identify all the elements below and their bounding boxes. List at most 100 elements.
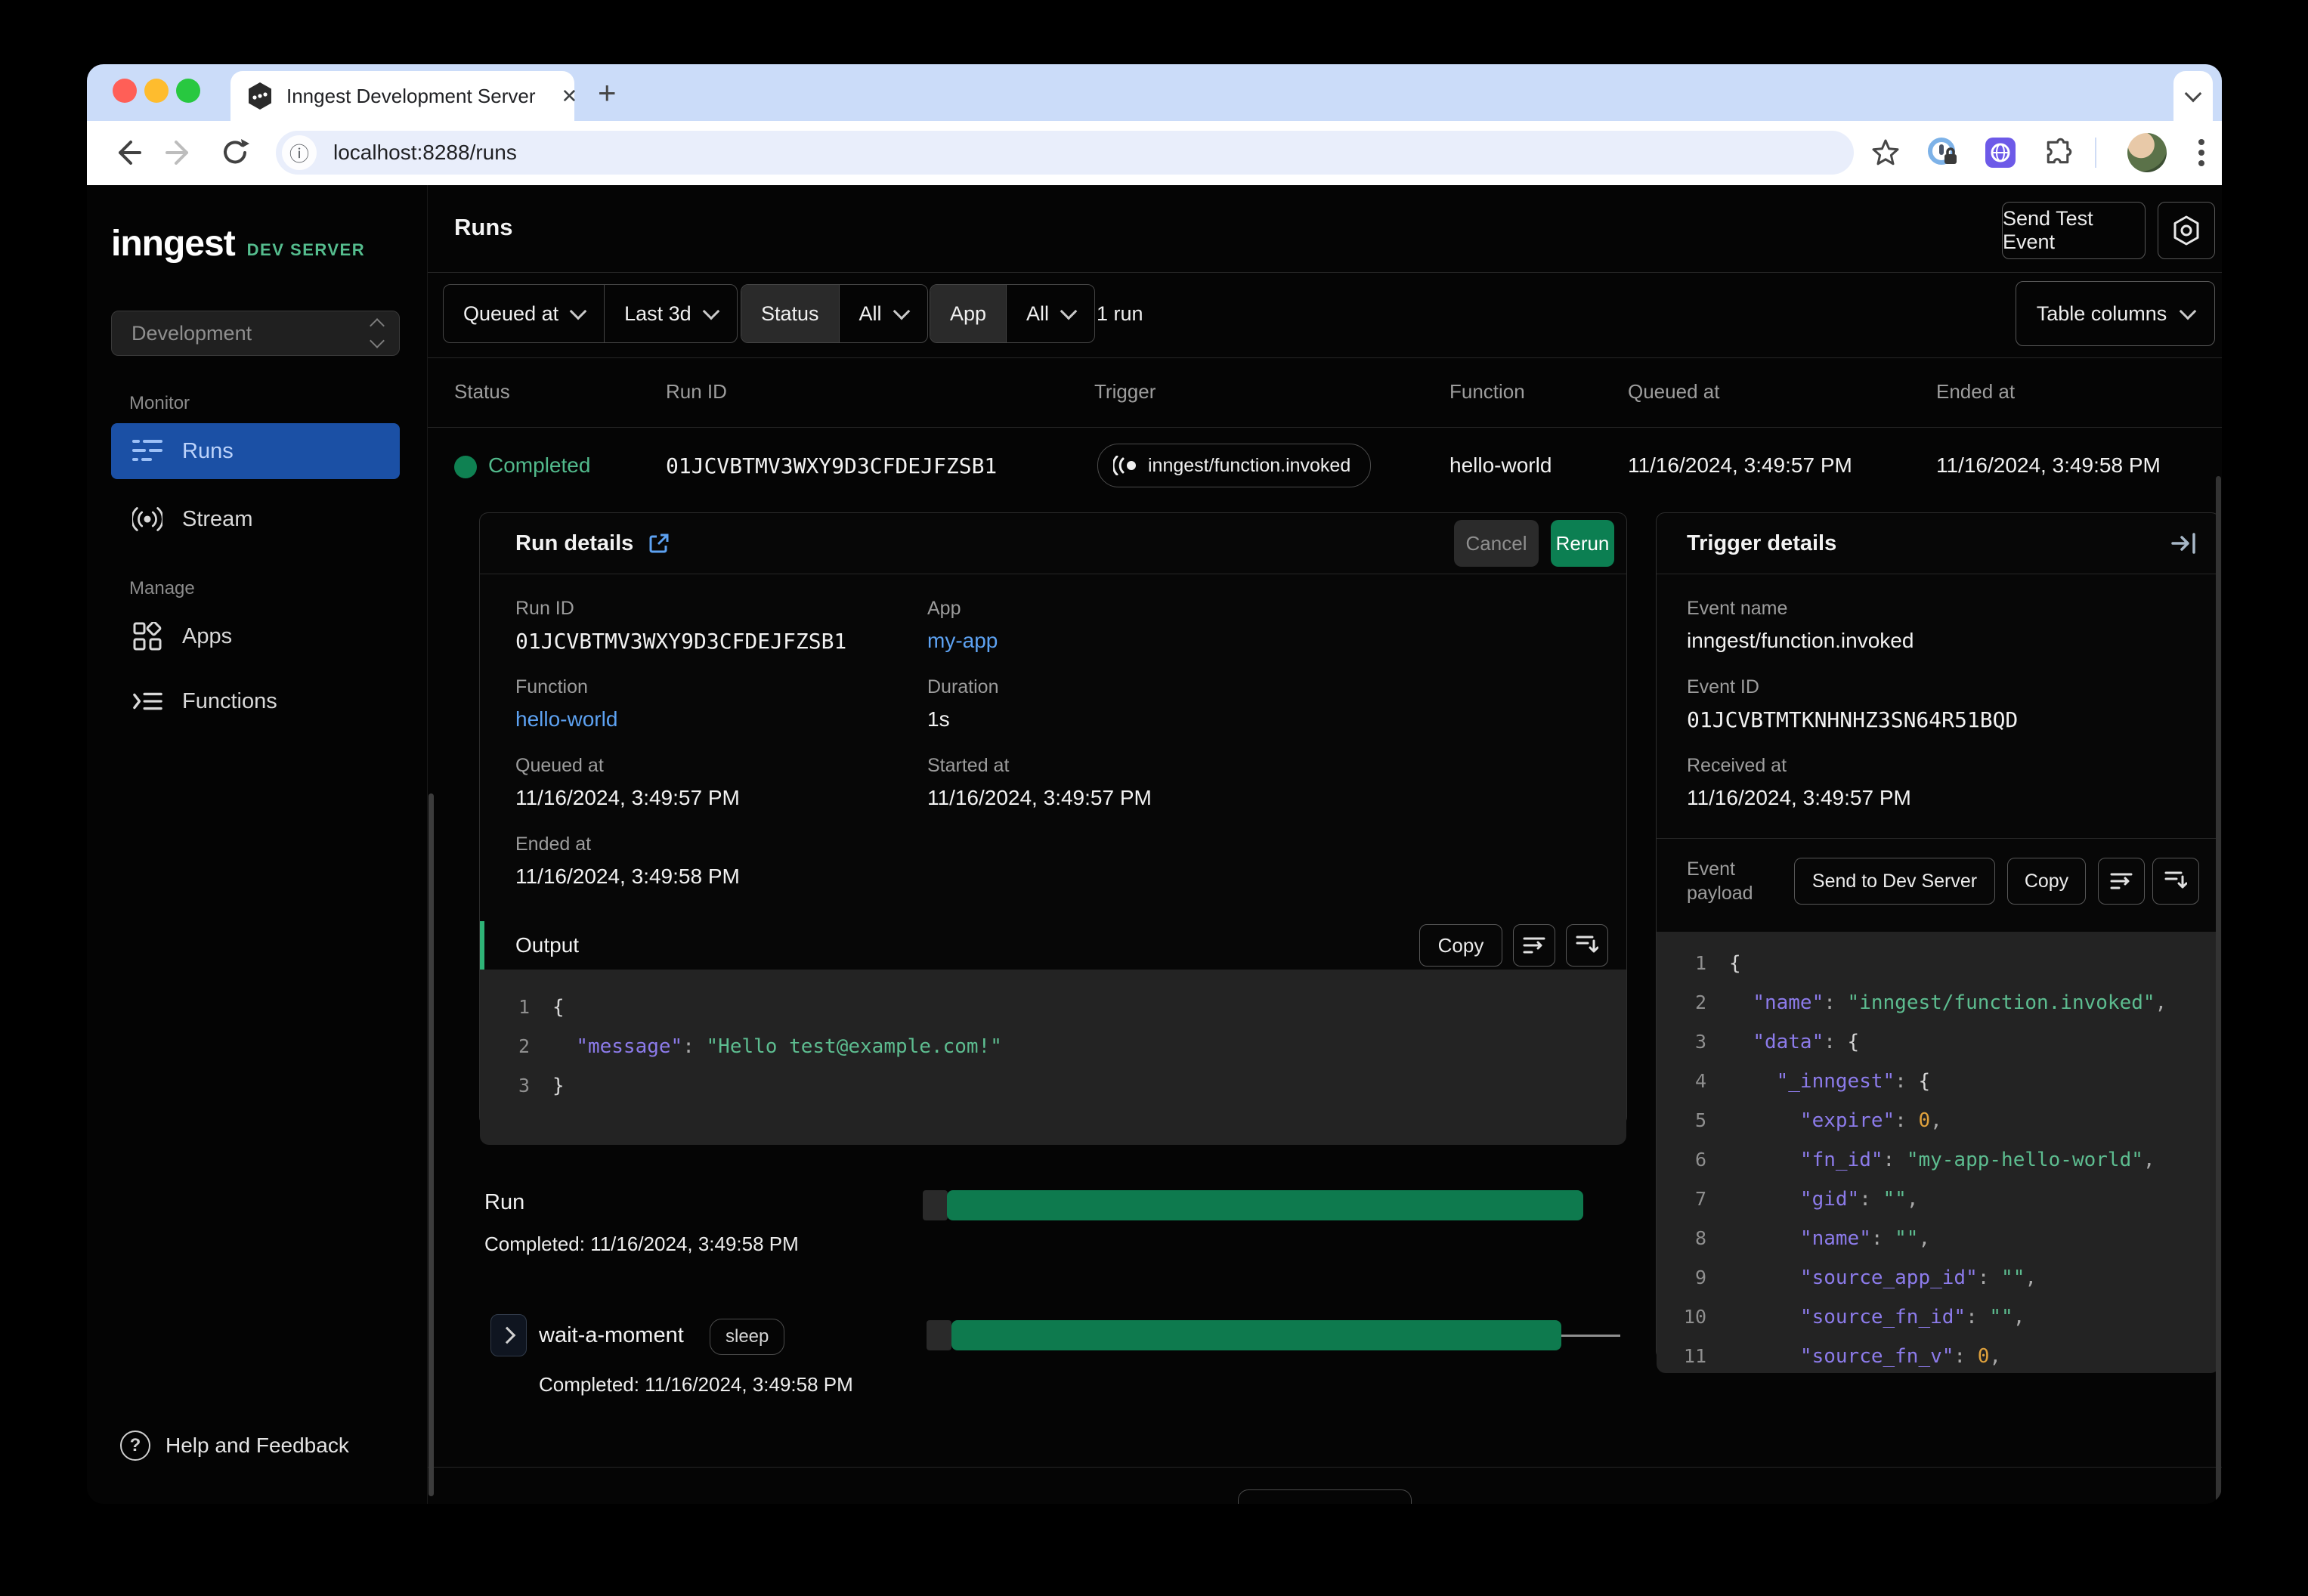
manage-section-label: Manage	[129, 578, 195, 598]
timeline-footer-button[interactable]	[1238, 1489, 1412, 1504]
menu-kebab-icon[interactable]	[2183, 135, 2220, 171]
rerun-button[interactable]: Rerun	[1551, 520, 1614, 567]
payload-wrap-text-icon[interactable]	[2098, 858, 2145, 905]
payload-copy-button[interactable]: Copy	[2007, 858, 2086, 905]
payload-scroll-to-bottom-icon[interactable]	[2152, 858, 2199, 905]
row-status: Completed	[488, 453, 591, 477]
profile-avatar[interactable]	[2127, 133, 2167, 172]
step-timeline-bar[interactable]	[951, 1320, 1561, 1350]
col-header-queued[interactable]: Queued at	[1628, 380, 1719, 404]
run-details-title: Run details	[515, 530, 634, 555]
output-header: Output Copy	[480, 921, 1626, 970]
send-test-event-button[interactable]: Send Test Event	[2002, 202, 2146, 259]
external-link-icon[interactable]	[648, 533, 670, 554]
settings-gear-button[interactable]	[2158, 202, 2215, 259]
field-received-at: Received at 11/16/2024, 3:49:57 PM	[1687, 755, 1911, 809]
scroll-to-bottom-icon[interactable]	[1566, 924, 1608, 967]
main-content: Runs Send Test Event Queued at Last 3d S…	[428, 185, 2222, 1504]
environment-select[interactable]: Development	[111, 311, 400, 356]
field-event-id: Event ID 01JCVBTMTKNHNHZ3SN64R51BQD	[1687, 676, 2019, 732]
time-filter-group: Queued at Last 3d	[443, 284, 738, 343]
sidebar-item-label: Runs	[182, 438, 234, 463]
chevron-down-icon	[569, 302, 587, 320]
new-tab-button[interactable]: +	[598, 75, 617, 111]
trigger-details-header: Trigger details	[1657, 513, 2220, 574]
purple-extension-icon[interactable]	[1982, 135, 2019, 171]
sidebar: inngest DEV SERVER Development Monitor R…	[87, 185, 428, 1504]
run-details-header: Run details Cancel Rerun	[480, 513, 1626, 574]
zoom-window-button[interactable]	[176, 79, 200, 103]
divider	[1657, 838, 2220, 839]
time-range-filter[interactable]: Last 3d	[604, 285, 737, 342]
browser-toolbar: ⓘ localhost:8288/runs	[87, 121, 2222, 185]
left-scrollbar[interactable]	[428, 793, 434, 1496]
output-title: Output	[515, 933, 580, 957]
close-window-button[interactable]	[113, 79, 137, 103]
sidebar-item-label: Functions	[182, 688, 277, 713]
chevron-down-icon	[1060, 302, 1078, 320]
chevron-down-icon	[702, 302, 720, 320]
select-updown-icon	[370, 318, 385, 348]
run-bar-lead	[923, 1190, 948, 1220]
col-header-trigger[interactable]: Trigger	[1094, 380, 1156, 404]
environment-select-value: Development	[131, 321, 252, 345]
output-code-block[interactable]: 1{2 "message": "Hello test@example.com!"…	[480, 970, 1626, 1145]
minimize-window-button[interactable]	[144, 79, 169, 103]
url-bar[interactable]: ⓘ localhost:8288/runs	[276, 131, 1854, 175]
reload-icon[interactable]	[217, 135, 253, 171]
tab-search-button[interactable]	[2173, 71, 2213, 121]
tab-title: Inngest Development Server	[286, 84, 536, 107]
col-header-status[interactable]: Status	[454, 380, 510, 404]
event-pulse-icon	[1113, 456, 1136, 475]
status-filter-label: Status	[741, 285, 839, 342]
app-link[interactable]: my-app	[927, 629, 998, 653]
row-function: hello-world	[1449, 453, 1552, 477]
extensions-puzzle-icon[interactable]	[2040, 135, 2076, 171]
sidebar-item-stream[interactable]: Stream	[111, 491, 400, 547]
col-header-function[interactable]: Function	[1449, 380, 1525, 404]
site-info-icon[interactable]: ⓘ	[282, 135, 317, 170]
browser-tab-bar: Inngest Development Server ✕ +	[87, 64, 2222, 121]
inngest-app: inngest DEV SERVER Development Monitor R…	[87, 185, 2222, 1504]
right-scrollbar[interactable]	[2216, 476, 2221, 1504]
password-manager-extension-icon[interactable]	[1925, 135, 1961, 171]
event-payload-code-block[interactable]: 1{2 "name": "inngest/function.invoked", 3…	[1657, 932, 2220, 1373]
status-filter-group: Status All	[741, 284, 928, 343]
status-filter-value[interactable]: All	[838, 285, 927, 342]
browser-tab[interactable]: Inngest Development Server ✕	[230, 71, 577, 121]
wrap-text-icon[interactable]	[1513, 924, 1555, 967]
output-accent-bar	[480, 921, 484, 970]
run-completed-text: Completed: 11/16/2024, 3:49:58 PM	[484, 1233, 799, 1255]
dev-server-badge: DEV SERVER	[246, 240, 366, 259]
run-timeline-bar[interactable]	[947, 1190, 1583, 1220]
sidebar-item-label: Apps	[182, 623, 233, 648]
row-trigger-badge[interactable]: inngest/function.invoked	[1097, 444, 1372, 487]
table-columns-button[interactable]: Table columns	[2016, 281, 2215, 346]
inngest-logo: inngest	[111, 224, 236, 264]
sidebar-item-apps[interactable]: Apps	[111, 608, 400, 664]
output-copy-button[interactable]: Copy	[1419, 924, 1502, 967]
app-filter-value[interactable]: All	[1006, 285, 1094, 342]
tab-close-icon[interactable]: ✕	[562, 85, 578, 108]
chevron-down-icon	[2179, 302, 2197, 320]
row-run-id: 01JCVBTMV3WXY9D3CFDEJFZSB1	[666, 453, 998, 478]
function-link[interactable]: hello-world	[515, 707, 617, 732]
sidebar-item-runs[interactable]: Runs	[111, 423, 400, 479]
page-title: Runs	[454, 214, 513, 240]
send-to-dev-server-button[interactable]: Send to Dev Server	[1794, 858, 1995, 905]
col-header-ended[interactable]: Ended at	[1936, 380, 2015, 404]
collapse-panel-icon[interactable]	[2171, 532, 2197, 555]
step-expand-button[interactable]	[490, 1314, 527, 1356]
forward-icon[interactable]	[162, 135, 199, 171]
sidebar-item-functions[interactable]: Functions	[111, 673, 400, 729]
timeline-run-label: Run	[484, 1190, 525, 1214]
field-duration: Duration 1s	[927, 676, 999, 731]
help-and-feedback[interactable]: ? Help and Feedback	[120, 1431, 349, 1461]
field-run-id: Run ID 01JCVBTMV3WXY9D3CFDEJFZSB1	[515, 598, 847, 654]
col-header-run-id[interactable]: Run ID	[666, 380, 727, 404]
bookmark-star-icon[interactable]	[1867, 135, 1904, 171]
time-field-filter[interactable]: Queued at	[444, 285, 604, 342]
back-icon[interactable]	[108, 135, 144, 171]
sidebar-item-label: Stream	[182, 506, 253, 531]
cancel-button[interactable]: Cancel	[1454, 520, 1539, 567]
